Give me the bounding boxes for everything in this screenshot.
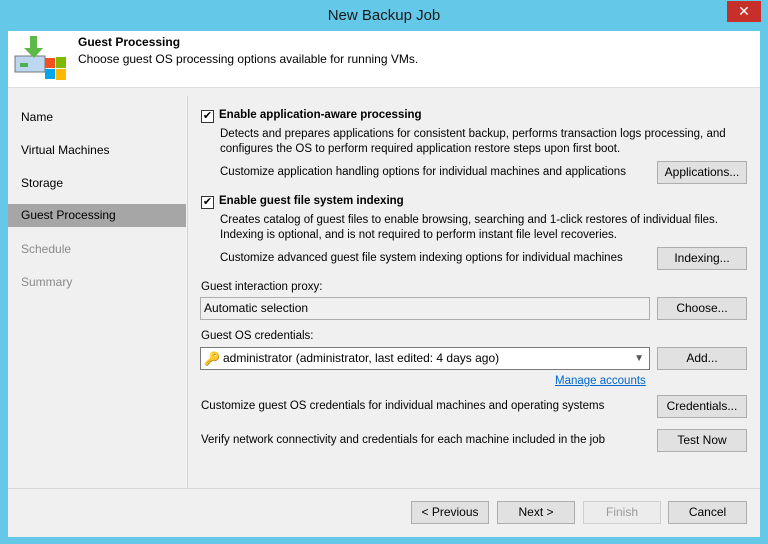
indexing-button[interactable]: Indexing... — [657, 247, 747, 270]
backup-windows-icon — [14, 36, 66, 80]
indexing-customize-text: Customize advanced guest file system ind… — [220, 252, 623, 264]
credentials-label: Guest OS credentials: — [201, 330, 314, 342]
app-aware-checkbox[interactable]: ✔ — [201, 110, 214, 123]
page-subtitle: Choose guest OS processing options avail… — [78, 52, 419, 66]
choose-button[interactable]: Choose... — [657, 297, 747, 320]
key-icon: 🔑 — [204, 351, 221, 366]
chevron-down-icon: ▼ — [634, 353, 644, 364]
app-aware-desc: configures the OS to perform required ap… — [220, 143, 621, 155]
finish-button[interactable]: Finish — [583, 501, 661, 524]
divider — [8, 488, 760, 489]
next-button[interactable]: Next > — [497, 501, 575, 524]
indexing-label: Enable guest file system indexing — [219, 195, 404, 207]
credentials-select[interactable]: 🔑 administrator (administrator, last edi… — [200, 347, 650, 370]
manage-accounts-link[interactable]: Manage accounts — [555, 375, 646, 387]
page-title: Guest Processing — [78, 35, 181, 49]
sidebar-item-summary[interactable]: Summary — [21, 275, 72, 289]
verify-text: Verify network connectivity and credenti… — [201, 434, 606, 446]
app-aware-desc: Detects and prepares applications for co… — [220, 128, 726, 140]
proxy-label: Guest interaction proxy: — [201, 281, 323, 293]
credentials-customize-text: Customize guest OS credentials for indiv… — [201, 400, 605, 412]
indexing-checkbox[interactable]: ✔ — [201, 196, 214, 209]
sidebar-item-schedule[interactable]: Schedule — [21, 242, 71, 256]
indexing-desc: Creates catalog of guest files to enable… — [220, 214, 718, 226]
indexing-desc: Indexing is optional, and is not require… — [220, 229, 617, 241]
divider — [187, 96, 188, 488]
app-aware-customize-text: Customize application handling options f… — [220, 166, 626, 178]
credentials-value: administrator (administrator, last edite… — [223, 351, 500, 365]
add-button[interactable]: Add... — [657, 347, 747, 370]
applications-button[interactable]: Applications... — [657, 161, 747, 184]
cancel-button[interactable]: Cancel — [668, 501, 747, 524]
test-now-button[interactable]: Test Now — [657, 429, 747, 452]
credentials-button[interactable]: Credentials... — [657, 395, 747, 418]
app-aware-label: Enable application-aware processing — [219, 109, 422, 121]
previous-button[interactable]: < Previous — [411, 501, 489, 524]
sidebar-item-virtual-machines[interactable]: Virtual Machines — [21, 143, 110, 157]
wizard-header: Guest Processing Choose guest OS process… — [8, 31, 760, 88]
close-button[interactable]: ✕ — [727, 1, 761, 22]
sidebar-item-guest-processing[interactable]: Guest Processing — [8, 204, 186, 227]
window-title: New Backup Job — [327, 7, 441, 24]
close-icon: ✕ — [738, 3, 750, 19]
wizard-window: Guest Processing Choose guest OS process… — [8, 31, 760, 537]
sidebar-item-storage[interactable]: Storage — [21, 176, 63, 190]
proxy-field[interactable]: Automatic selection — [200, 297, 650, 320]
sidebar-item-name[interactable]: Name — [21, 110, 53, 124]
